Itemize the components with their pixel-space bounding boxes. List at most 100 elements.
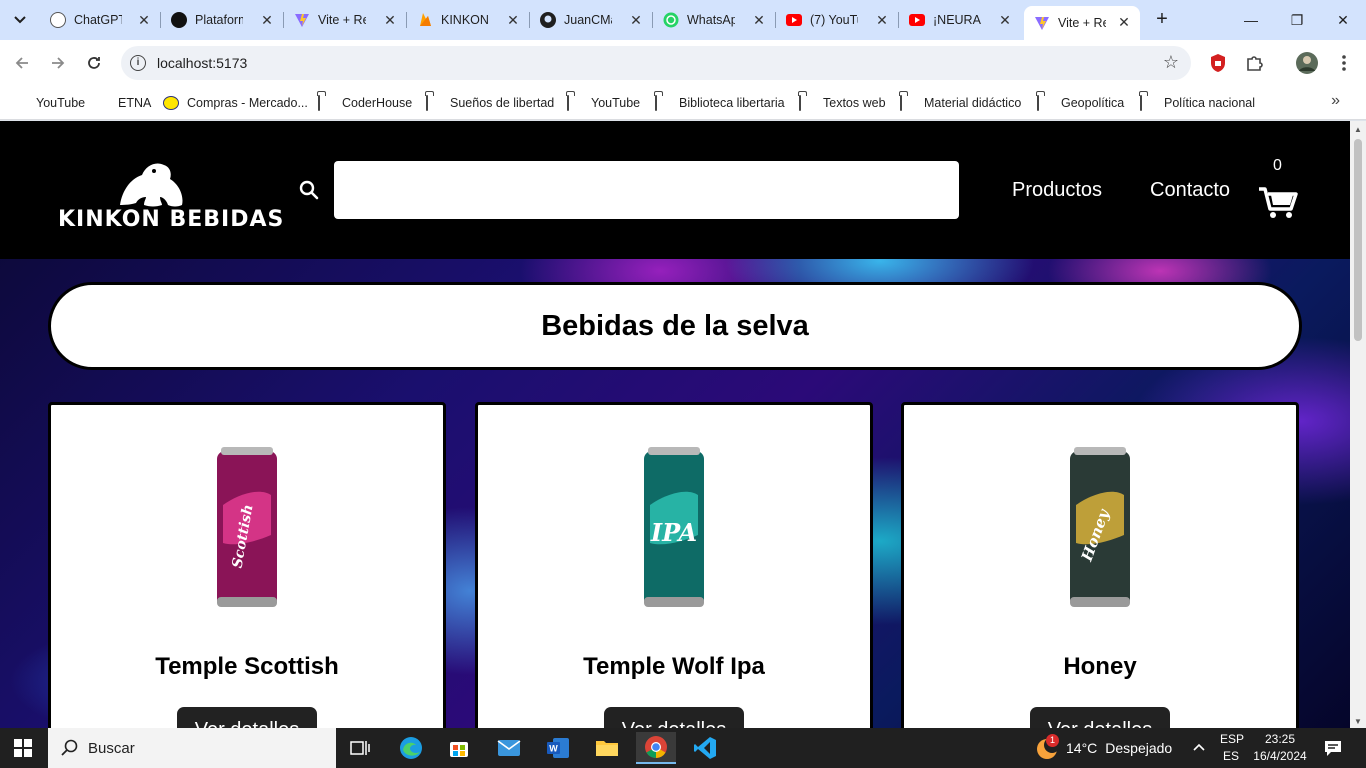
windows-start-icon[interactable] xyxy=(14,739,32,757)
vscode-icon[interactable] xyxy=(685,732,725,764)
task-view-icon[interactable] xyxy=(340,732,380,764)
bookmark-biblioteca[interactable]: Biblioteca libertaria xyxy=(655,92,785,114)
svg-text:IPA: IPA xyxy=(650,518,697,547)
bookmark-etna[interactable]: ETNA xyxy=(118,92,151,114)
restore-button[interactable]: ❐ xyxy=(1274,0,1320,40)
tab-search-button[interactable] xyxy=(6,6,34,34)
notifications-icon[interactable] xyxy=(1324,739,1342,762)
folder-icon xyxy=(567,95,583,111)
file-explorer-icon[interactable] xyxy=(587,732,627,764)
product-image[interactable]: Honey xyxy=(1068,445,1132,611)
nav-productos[interactable]: Productos xyxy=(1012,179,1102,202)
system-clock[interactable]: 23:25 16/4/2024 xyxy=(1248,731,1312,765)
close-tab-icon[interactable]: ✕ xyxy=(751,12,767,28)
weather-temp: 14°C xyxy=(1066,740,1098,756)
arrow-left-icon xyxy=(15,57,28,69)
edge-browser-icon[interactable] xyxy=(391,732,431,764)
extension-shield-icon[interactable] xyxy=(1207,52,1229,74)
logo-text[interactable]: KINKON BEBIDAS xyxy=(58,207,284,232)
chevron-down-icon xyxy=(14,16,26,24)
view-details-button[interactable]: Ver detalles xyxy=(1030,707,1170,728)
tab-youtube-1[interactable]: (7) YouTu ✕ xyxy=(776,4,899,36)
tab-youtube-2[interactable]: ¡NEURA M ✕ xyxy=(899,4,1021,36)
tab-github[interactable]: JuanCMar ✕ xyxy=(530,4,653,36)
product-card: IPA Temple Wolf Ipa Ver detalles xyxy=(475,402,873,728)
minimize-button[interactable]: — xyxy=(1228,0,1274,40)
language-indicator[interactable]: ESP ES xyxy=(1220,731,1244,765)
chatgpt-icon xyxy=(50,12,66,28)
product-image[interactable]: IPA xyxy=(642,445,706,611)
product-name: Temple Scottish xyxy=(155,653,339,680)
bookmark-material[interactable]: Material didáctico xyxy=(900,92,1021,114)
address-bar[interactable]: i localhost:5173 ☆ xyxy=(121,46,1191,80)
microsoft-store-icon[interactable] xyxy=(439,732,479,764)
scrollbar-thumb[interactable] xyxy=(1354,139,1362,341)
moon-weather-icon: 1 xyxy=(1036,734,1060,760)
forward-button[interactable] xyxy=(44,49,72,77)
site-info-icon[interactable]: i xyxy=(130,55,146,71)
nav-contacto[interactable]: Contacto xyxy=(1150,179,1230,202)
close-tab-icon[interactable]: ✕ xyxy=(136,12,152,28)
tab-vite-active[interactable]: Vite + Rea ✕ xyxy=(1024,6,1140,40)
chrome-icon[interactable] xyxy=(636,732,676,764)
close-window-button[interactable]: ✕ xyxy=(1320,0,1366,40)
menu-kebab-icon[interactable] xyxy=(1333,52,1355,74)
bookmark-youtube[interactable]: YouTube xyxy=(12,92,85,114)
bookmark-coderhouse[interactable]: CoderHouse xyxy=(318,92,412,114)
bookmark-politica[interactable]: Política nacional xyxy=(1140,92,1255,114)
tray-chevron-up-icon[interactable] xyxy=(1192,740,1206,759)
taskbar-search-box[interactable]: Buscar xyxy=(48,728,336,768)
reload-button[interactable] xyxy=(80,49,108,77)
page-title: Bebidas de la selva xyxy=(541,309,809,342)
bookmark-star-icon[interactable]: ☆ xyxy=(1163,52,1179,73)
extensions-puzzle-icon[interactable] xyxy=(1243,52,1265,74)
mail-icon[interactable] xyxy=(489,732,529,764)
word-icon[interactable]: W xyxy=(538,732,578,764)
tab-platform[interactable]: Plataform ✕ xyxy=(161,4,284,36)
folder-icon xyxy=(655,95,671,111)
close-tab-icon[interactable]: ✕ xyxy=(382,12,398,28)
close-tab-icon[interactable]: ✕ xyxy=(874,12,890,28)
tab-kinkon[interactable]: KINKON E ✕ xyxy=(407,4,530,36)
search-icon[interactable] xyxy=(298,179,320,201)
weather-badge: 1 xyxy=(1046,734,1059,747)
product-name: Honey xyxy=(1063,653,1137,680)
bookmark-textos[interactable]: Textos web xyxy=(799,92,886,114)
tab-strip: ChatGPT ✕ Plataform ✕ Vite + Rea ✕ KINKO… xyxy=(0,0,1366,40)
profile-avatar[interactable] xyxy=(1296,52,1318,74)
close-tab-icon[interactable]: ✕ xyxy=(997,12,1013,28)
folder-icon xyxy=(318,95,334,111)
close-tab-icon[interactable]: ✕ xyxy=(505,12,521,28)
bookmark-suenos[interactable]: Sueños de libertad xyxy=(426,92,554,114)
close-tab-icon[interactable]: ✕ xyxy=(259,12,275,28)
search-input[interactable] xyxy=(334,161,959,219)
close-tab-icon[interactable]: ✕ xyxy=(1116,14,1132,30)
bookmark-geopolitica[interactable]: Geopolítica xyxy=(1037,92,1124,114)
search-icon xyxy=(61,739,78,756)
product-image[interactable]: Scottish xyxy=(215,445,279,611)
youtube-icon xyxy=(909,12,925,28)
close-tab-icon[interactable]: ✕ xyxy=(628,12,644,28)
view-details-button[interactable]: Ver detalles xyxy=(604,707,744,728)
site-header: KINKON BEBIDAS Productos Contacto 0 xyxy=(0,121,1350,259)
scroll-down-arrow-icon[interactable]: ▼ xyxy=(1354,717,1362,726)
page-scrollbar[interactable]: ▲ ▼ xyxy=(1350,121,1366,728)
bookmark-youtube-folder[interactable]: YouTube xyxy=(567,92,640,114)
more-bookmarks-icon[interactable]: » xyxy=(1331,92,1340,110)
tab-chatgpt[interactable]: ChatGPT ✕ xyxy=(40,4,161,36)
tab-vite-1[interactable]: Vite + Rea ✕ xyxy=(284,4,407,36)
product-name: Temple Wolf Ipa xyxy=(583,653,765,680)
shopping-cart-icon[interactable] xyxy=(1257,185,1299,219)
weather-widget[interactable]: 1 14°C Despejado xyxy=(1036,734,1172,760)
browser-toolbar: i localhost:5173 ☆ xyxy=(0,40,1366,86)
platform-icon xyxy=(171,12,187,28)
view-details-button[interactable]: Ver detalles xyxy=(177,707,317,728)
section-title-box: Bebidas de la selva xyxy=(48,282,1302,370)
url-text[interactable]: localhost:5173 xyxy=(157,55,247,71)
folder-icon xyxy=(1037,95,1053,111)
new-tab-button[interactable]: + xyxy=(1150,8,1174,32)
bookmark-mercadolibre[interactable]: Compras - Mercado... xyxy=(163,92,308,114)
scroll-up-arrow-icon[interactable]: ▲ xyxy=(1354,125,1362,134)
tab-whatsapp[interactable]: WhatsApp ✕ xyxy=(653,4,776,36)
back-button[interactable] xyxy=(8,49,36,77)
